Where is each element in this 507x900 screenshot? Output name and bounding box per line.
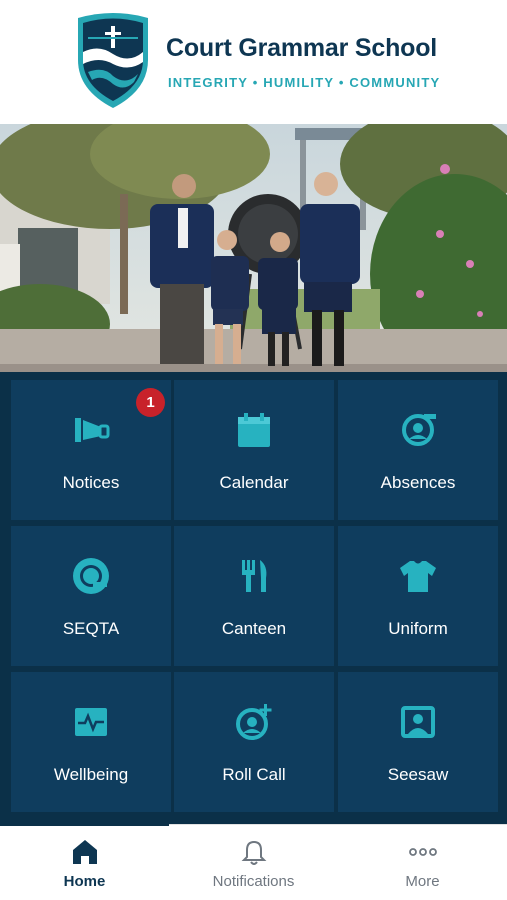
school-name: Court Grammar School xyxy=(166,34,438,62)
tab-more[interactable]: More xyxy=(338,825,507,900)
shirt-icon xyxy=(400,561,436,592)
tab-notifications[interactable]: Notifications xyxy=(169,825,338,900)
hero-photo xyxy=(0,124,507,372)
absence-icon xyxy=(402,414,436,446)
pulse-icon xyxy=(75,708,107,736)
absences-tile[interactable]: Absences xyxy=(338,380,498,520)
seesaw-tile[interactable]: Seesaw xyxy=(338,672,498,812)
tile-label: Uniform xyxy=(388,619,448,638)
tab-home[interactable]: Home xyxy=(0,823,169,900)
home-icon xyxy=(72,840,97,864)
bottom-tab-bar: Home Notifications More xyxy=(0,823,507,900)
tile-label: Notices xyxy=(62,473,120,492)
roll-call-tile[interactable]: Roll Call xyxy=(174,672,334,812)
school-crest-logo xyxy=(78,13,148,108)
school-motto: INTEGRITY • HUMILITY • COMMUNITY xyxy=(168,75,441,90)
fork-knife-icon xyxy=(242,560,267,592)
uniform-tile[interactable]: Uniform xyxy=(338,526,498,666)
notices-badge: 1 xyxy=(136,388,165,417)
wellbeing-tile[interactable]: Wellbeing xyxy=(11,672,171,812)
tile-label: Seesaw xyxy=(387,765,449,784)
seqta-icon xyxy=(73,558,109,594)
tab-label: Notifications xyxy=(212,873,295,890)
tab-label: More xyxy=(405,873,440,890)
tile-label: Roll Call xyxy=(222,765,286,784)
seesaw-icon xyxy=(401,706,435,738)
tile-label: Absences xyxy=(380,473,456,492)
tile-label: Canteen xyxy=(221,619,287,638)
tile-label: Calendar xyxy=(219,473,289,492)
bell-icon xyxy=(241,840,266,865)
seqta-tile[interactable]: SEQTA xyxy=(11,526,171,666)
tile-label: Wellbeing xyxy=(53,765,129,784)
add-user-icon xyxy=(236,704,272,740)
app-header: Court Grammar School INTEGRITY • HUMILIT… xyxy=(0,0,507,124)
canteen-tile[interactable]: Canteen xyxy=(174,526,334,666)
tile-label: SEQTA xyxy=(62,619,120,638)
calendar-icon xyxy=(238,413,270,447)
active-tab-indicator xyxy=(0,823,169,826)
more-icon xyxy=(408,848,437,856)
calendar-tile[interactable]: Calendar xyxy=(174,380,334,520)
megaphone-icon xyxy=(75,418,110,442)
tab-label: Home xyxy=(63,873,106,890)
